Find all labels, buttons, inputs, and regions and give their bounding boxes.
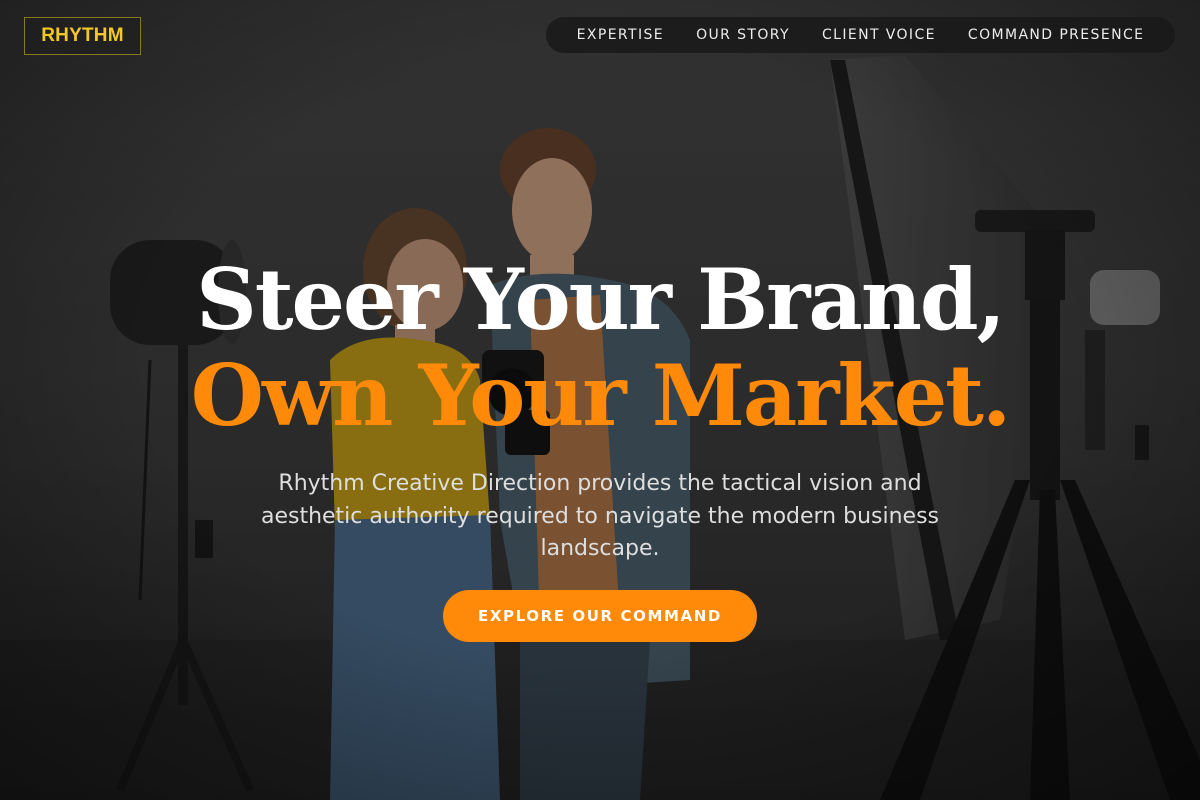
- hero-headline-line2: Own Your Market.: [190, 346, 1011, 445]
- brand-logo[interactable]: RHYTHM: [24, 17, 141, 55]
- nav-item-command-presence[interactable]: COMMAND PRESENCE: [952, 27, 1160, 43]
- main-nav: EXPERTISE OUR STORY CLIENT VOICE COMMAND…: [546, 17, 1175, 53]
- nav-item-expertise[interactable]: EXPERTISE: [561, 27, 680, 43]
- hero-headline: Steer Your Brand, Own Your Market.: [0, 252, 1200, 444]
- nav-item-our-story[interactable]: OUR STORY: [680, 27, 806, 43]
- hero-headline-line1: Steer Your Brand,: [196, 250, 1006, 349]
- hero-subtitle: Rhythm Creative Direction provides the t…: [260, 471, 940, 561]
- explore-command-button[interactable]: EXPLORE OUR COMMAND: [443, 590, 757, 642]
- nav-item-client-voice[interactable]: CLIENT VOICE: [806, 27, 952, 43]
